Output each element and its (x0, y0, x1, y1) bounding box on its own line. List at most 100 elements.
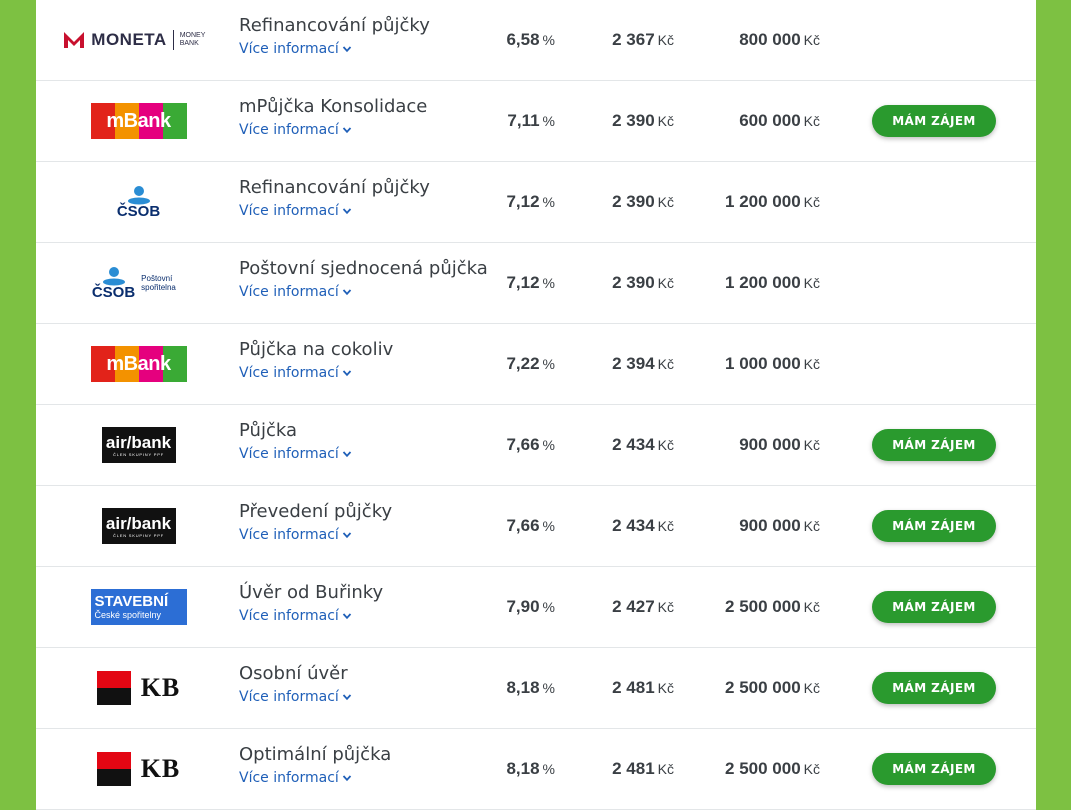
chevron-down-icon (342, 694, 351, 701)
csob-mark-icon (127, 186, 150, 205)
interest-button[interactable]: MÁM ZÁJEM (872, 672, 996, 704)
bank-logo: mBank (36, 81, 241, 161)
monthly-payment: 2 481 Kč (612, 678, 674, 697)
monthly-payment: 2 394 Kč (612, 354, 674, 373)
more-info-link[interactable]: Více informací (239, 203, 352, 219)
chevron-down-icon (342, 451, 351, 458)
more-info-link[interactable]: Více informací (239, 608, 352, 624)
more-info-link[interactable]: Více informací (239, 122, 352, 138)
max-amount: 1 000 000 Kč (725, 354, 820, 373)
interest-rate: 7,66% (506, 516, 555, 535)
product-name: Půjčka (239, 420, 297, 441)
monthly-payment: 2 481 Kč (612, 759, 674, 778)
max-amount: 2 500 000 Kč (725, 597, 820, 616)
monthly-payment: 2 367 Kč (612, 30, 674, 49)
chevron-down-icon (342, 127, 351, 134)
interest-rate: 7,22% (506, 354, 555, 373)
csob-mark-icon (102, 267, 125, 286)
interest-button[interactable]: MÁM ZÁJEM (872, 591, 996, 623)
bank-logo: KB (36, 729, 241, 809)
max-amount: 1 200 000 Kč (725, 273, 820, 292)
bank-logo: air/bank ČLEN SKUPINY PPF (36, 405, 241, 485)
interest-rate: 8,18% (506, 759, 555, 778)
max-amount: 900 000 Kč (739, 516, 820, 535)
max-amount: 1 200 000 Kč (725, 192, 820, 211)
chevron-down-icon (342, 613, 351, 620)
chevron-down-icon (342, 370, 351, 377)
interest-rate: 7,11% (507, 111, 555, 130)
max-amount: 2 500 000 Kč (725, 759, 820, 778)
product-info: Půjčka Více informací (239, 419, 499, 462)
monthly-payment: 2 427 Kč (612, 597, 674, 616)
stavebni-sporitelna-logo: STAVEBNÍ České spořitelny (90, 589, 187, 625)
interest-button[interactable]: MÁM ZÁJEM (872, 105, 996, 137)
bank-logo: ČSOB (36, 162, 241, 242)
product-info: Převedení půjčky Více informací (239, 500, 499, 543)
loan-comparison-table: MONETA MONEY BANK Refinancování půjčky Více… (36, 0, 1036, 810)
loan-row: KB Optimální půjčka Více informací 8,18% 2 4… (36, 729, 1036, 810)
mbank-logo: mBank (90, 103, 187, 139)
more-info-link[interactable]: Více informací (239, 365, 352, 381)
csob-logo: ČSOB (117, 185, 160, 219)
bank-logo: ČSOB Poštovní spořitelna (36, 243, 241, 323)
chevron-down-icon (342, 289, 351, 296)
product-name: Optimální půjčka (239, 744, 392, 765)
loan-row: air/bank ČLEN SKUPINY PPF Půjčka Více infor… (36, 405, 1036, 486)
loan-row: KB Osobní úvěr Více informací 8,18% 2 481 Kč 2… (36, 648, 1036, 729)
more-info-link[interactable]: Více informací (239, 41, 352, 57)
more-info-link[interactable]: Více informací (239, 284, 352, 300)
product-info: Refinancování půjčky Více informací (239, 176, 499, 219)
interest-rate: 7,12% (506, 273, 555, 292)
max-amount: 2 500 000 Kč (725, 678, 820, 697)
bank-logo: air/bank ČLEN SKUPINY PPF (36, 486, 241, 566)
more-info-link[interactable]: Více informací (239, 770, 352, 786)
chevron-down-icon (342, 532, 351, 539)
bank-logo: MONETA MONEY BANK (36, 0, 241, 80)
chevron-down-icon (342, 46, 351, 53)
more-info-link[interactable]: Více informací (239, 527, 352, 543)
bank-logo: mBank (36, 324, 241, 404)
max-amount: 600 000 Kč (739, 111, 820, 130)
product-name: Refinancování půjčky (239, 177, 430, 198)
kb-flag-icon (96, 752, 131, 786)
bank-logo: STAVEBNÍ České spořitelny (36, 567, 241, 647)
interest-rate: 8,18% (506, 678, 555, 697)
monthly-payment: 2 434 Kč (612, 516, 674, 535)
monthly-payment: 2 390 Kč (612, 111, 674, 130)
monthly-payment: 2 390 Kč (612, 273, 674, 292)
bank-logo: KB (36, 648, 241, 728)
loan-row: MONETA MONEY BANK Refinancování půjčky Více… (36, 0, 1036, 81)
product-name: Poštovní sjednocená půjčka (239, 258, 488, 279)
interest-button[interactable]: MÁM ZÁJEM (872, 753, 996, 785)
product-info: Úvěr od Buřinky Více informací (239, 581, 499, 624)
interest-button[interactable]: MÁM ZÁJEM (872, 510, 996, 542)
product-name: Refinancování půjčky (239, 15, 430, 36)
product-info: Osobní úvěr Více informací (239, 662, 499, 705)
product-name: Osobní úvěr (239, 663, 348, 684)
product-name: Úvěr od Buřinky (239, 582, 384, 603)
chevron-down-icon (342, 775, 351, 782)
loan-row: mBank mPůjčka Konsolidace Více informací 7,… (36, 81, 1036, 162)
moneta-mark-icon (64, 32, 85, 48)
max-amount: 800 000 Kč (739, 30, 820, 49)
product-info: Půjčka na cokoliv Více informací (239, 338, 499, 381)
kb-logo: KB (96, 671, 181, 705)
more-info-link[interactable]: Více informací (239, 446, 352, 462)
airbank-logo: air/bank ČLEN SKUPINY PPF (101, 427, 176, 463)
loan-row: STAVEBNÍ České spořitelny Úvěr od Buřinky V… (36, 567, 1036, 648)
product-info: Refinancování půjčky Více informací (239, 14, 499, 57)
product-name: Půjčka na cokoliv (239, 339, 394, 360)
product-name: mPůjčka Konsolidace (239, 96, 428, 117)
monthly-payment: 2 434 Kč (612, 435, 674, 454)
moneta-logo: MONETA MONEY BANK (63, 30, 213, 50)
loan-row: ČSOB Poštovní spořitelna Poštovní sjednoce… (36, 243, 1036, 324)
product-name: Převedení půjčky (239, 501, 393, 522)
more-info-link[interactable]: Více informací (239, 689, 352, 705)
product-info: Optimální půjčka Více informací (239, 743, 499, 786)
airbank-logo: air/bank ČLEN SKUPINY PPF (101, 508, 176, 544)
chevron-down-icon (342, 208, 351, 215)
loan-row: mBank Půjčka na cokoliv Více informací 7,22… (36, 324, 1036, 405)
interest-button[interactable]: MÁM ZÁJEM (872, 429, 996, 461)
kb-logo: KB (96, 752, 181, 786)
product-info: mPůjčka Konsolidace Více informací (239, 95, 499, 138)
